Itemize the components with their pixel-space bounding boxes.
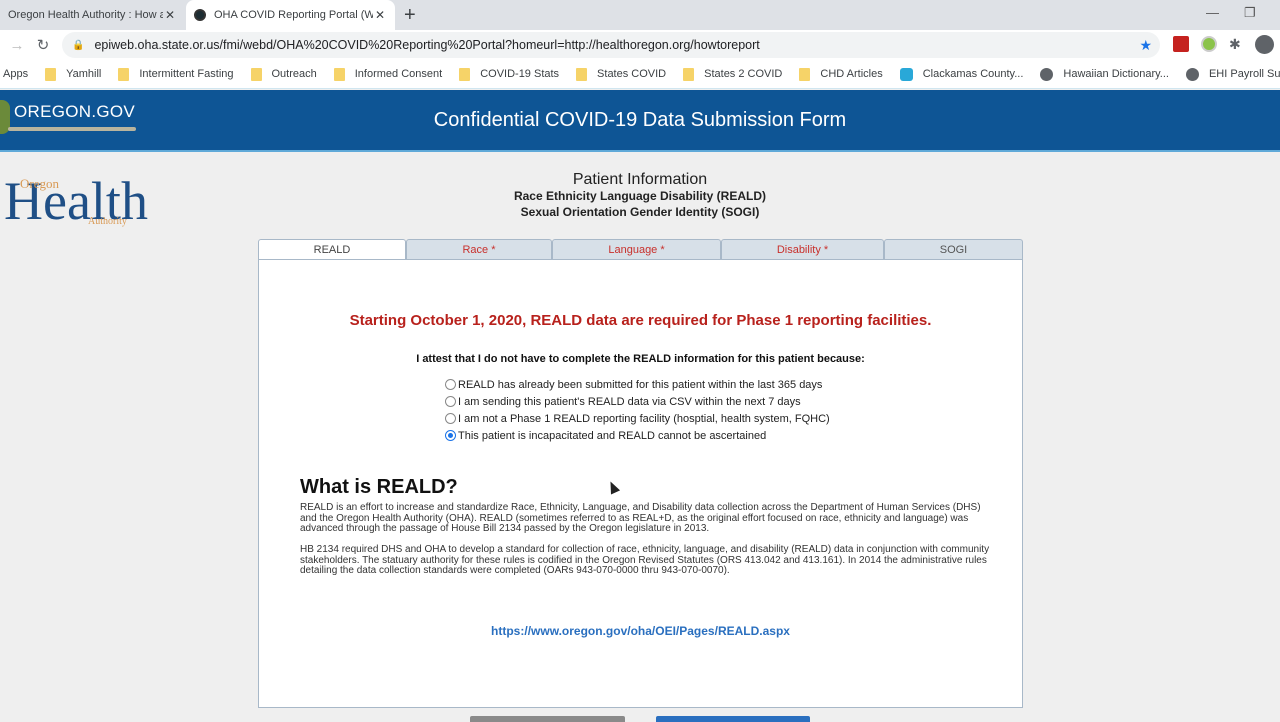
radio-button[interactable]	[445, 396, 456, 407]
bookmark-star-icon[interactable]: ★	[1139, 37, 1152, 54]
tab-language[interactable]: Language *	[552, 239, 721, 260]
browser-toolbar: → ↻ 🔒 epiweb.oha.state.or.us/fmi/webd/OH…	[0, 30, 1280, 60]
hb2134-paragraph: HB 2134 required DHS and OHA to develop …	[300, 544, 990, 576]
radio-button[interactable]	[445, 413, 456, 424]
folder-icon	[799, 67, 811, 81]
reload-icon[interactable]: ↻	[30, 36, 56, 54]
page-title: Confidential COVID-19 Data Submission Fo…	[433, 109, 847, 131]
bookmark-label: Apps	[3, 68, 29, 80]
extension-globe-icon[interactable]	[1201, 36, 1217, 52]
form-tabs: REALD Race * Language * Disability * SOG…	[258, 239, 1023, 261]
option-label: I am sending this patient's REALD data v…	[458, 395, 801, 408]
globe-icon	[1185, 67, 1199, 81]
bookmark-label: Yamhill	[66, 68, 102, 80]
folder-icon	[45, 67, 57, 81]
address-bar[interactable]: 🔒 epiweb.oha.state.or.us/fmi/webd/OHA%20…	[62, 32, 1160, 58]
bookmark-label: Clackamas County...	[922, 68, 1024, 80]
bookmark-label: States 2 COVID	[704, 68, 783, 80]
browser-tab-oha-howto[interactable]: Oregon Health Authority : How a ✕	[0, 0, 185, 30]
restore-icon[interactable]: ❐	[1244, 5, 1256, 21]
section-title: Patient Information	[572, 171, 708, 188]
reald-info-link[interactable]: https://www.oregon.gov/oha/OEI/Pages/REA…	[259, 624, 1022, 638]
requirement-notice: Starting October 1, 2020, REALD data are…	[349, 312, 932, 329]
bookmark-item[interactable]: COVID-19 Stats	[459, 67, 560, 81]
folder-icon	[333, 67, 345, 81]
bookmark-label: Intermittent Fasting	[139, 68, 234, 80]
section-subtitle-reald: Race Ethnicity Language Disability (REAL…	[513, 189, 767, 203]
tab-title: OHA COVID Reporting Portal (Wi	[214, 9, 373, 21]
tab-sogi[interactable]: SOGI	[884, 239, 1023, 260]
tab-race[interactable]: Race *	[406, 239, 552, 260]
option-label: REALD has already been submitted for thi…	[458, 378, 823, 391]
bookmark-item[interactable]: Informed Consent	[333, 67, 443, 81]
next-button[interactable]	[656, 716, 810, 722]
profile-avatar-icon[interactable]	[1255, 35, 1274, 54]
reald-description-paragraph: REALD is an effort to increase and stand…	[300, 502, 981, 534]
tab-title: Oregon Health Authority : How a	[8, 9, 163, 21]
close-tab-icon[interactable]: ✕	[373, 8, 387, 22]
bookmark-item[interactable]: Yamhill	[45, 67, 102, 81]
section-subtitle-sogi: Sexual Orientation Gender Identity (SOGI…	[520, 205, 760, 219]
reald-panel: Starting October 1, 2020, REALD data are…	[258, 259, 1023, 708]
attest-option-incapacitated[interactable]: This patient is incapacitated and REALD …	[445, 427, 830, 444]
folder-icon	[576, 67, 588, 81]
close-tab-icon[interactable]: ✕	[163, 8, 177, 22]
bookmark-item[interactable]: States COVID	[576, 67, 667, 81]
url-text: epiweb.oha.state.or.us/fmi/webd/OHA%20CO…	[94, 38, 760, 52]
radio-button-selected[interactable]	[445, 430, 456, 441]
folder-icon	[459, 67, 471, 81]
bookmark-item[interactable]: EHI Payroll Submiss...	[1185, 67, 1280, 81]
what-is-reald-heading: What is REALD?	[300, 476, 458, 498]
bookmark-label: EHI Payroll Submiss...	[1208, 68, 1280, 80]
bookmarks-bar: Apps Yamhill Intermittent Fasting Outreach I…	[0, 60, 1280, 89]
new-tab-button[interactable]: +	[404, 4, 416, 27]
bookmark-item[interactable]: Clackamas County...	[899, 67, 1024, 81]
bookmark-label: CHD Articles	[820, 68, 883, 80]
option-label: This patient is incapacitated and REALD …	[458, 429, 767, 442]
bookmark-item[interactable]: States 2 COVID	[683, 67, 783, 81]
bookmark-item[interactable]: Intermittent Fasting	[118, 67, 234, 81]
forward-icon[interactable]: →	[4, 37, 30, 54]
bookmark-label: States COVID	[597, 68, 667, 80]
browser-tab-reporting-portal[interactable]: OHA COVID Reporting Portal (Wi ✕	[186, 0, 395, 30]
bookmark-label: Informed Consent	[354, 68, 443, 80]
bookmark-item[interactable]: Apps	[3, 68, 28, 80]
site-banner: OREGON.GOV Confidential COVID-19 Data Su…	[0, 90, 1280, 152]
attest-option-sending-csv[interactable]: I am sending this patient's REALD data v…	[445, 393, 830, 410]
bookmark-label: Hawaiian Dictionary...	[1063, 68, 1169, 80]
folder-icon	[250, 67, 262, 81]
attestation-options: REALD has already been submitted for thi…	[445, 376, 830, 444]
pdf-extension-icon[interactable]	[1173, 36, 1189, 52]
site-icon	[899, 67, 913, 81]
tab-reald[interactable]: REALD	[258, 239, 406, 261]
bookmark-item[interactable]: Hawaiian Dictionary...	[1040, 67, 1169, 81]
attest-option-not-phase1[interactable]: I am not a Phase 1 REALD reporting facil…	[445, 410, 830, 427]
bookmark-label: Outreach	[271, 68, 317, 80]
radio-button[interactable]	[445, 379, 456, 390]
folder-icon	[683, 67, 695, 81]
lock-icon: 🔒	[72, 39, 85, 51]
attestation-label: I attest that I do not have to complete …	[416, 353, 865, 365]
bookmark-item[interactable]: CHD Articles	[799, 67, 883, 81]
folder-icon	[118, 67, 130, 81]
tab-disability[interactable]: Disability *	[721, 239, 884, 260]
globe-icon	[1040, 67, 1054, 81]
back-button[interactable]	[470, 716, 625, 722]
extensions-puzzle-icon[interactable]: ✱	[1229, 36, 1245, 52]
attest-option-already-submitted[interactable]: REALD has already been submitted for thi…	[445, 376, 830, 393]
minimize-icon[interactable]: —	[1206, 5, 1219, 20]
bookmark-label: COVID-19 Stats	[480, 68, 560, 80]
bookmark-item[interactable]: Outreach	[250, 67, 317, 81]
site-favicon-icon	[194, 9, 206, 21]
option-label: I am not a Phase 1 REALD reporting facil…	[458, 412, 830, 425]
browser-tabstrip: Oregon Health Authority : How a ✕ OHA CO…	[0, 0, 1280, 30]
